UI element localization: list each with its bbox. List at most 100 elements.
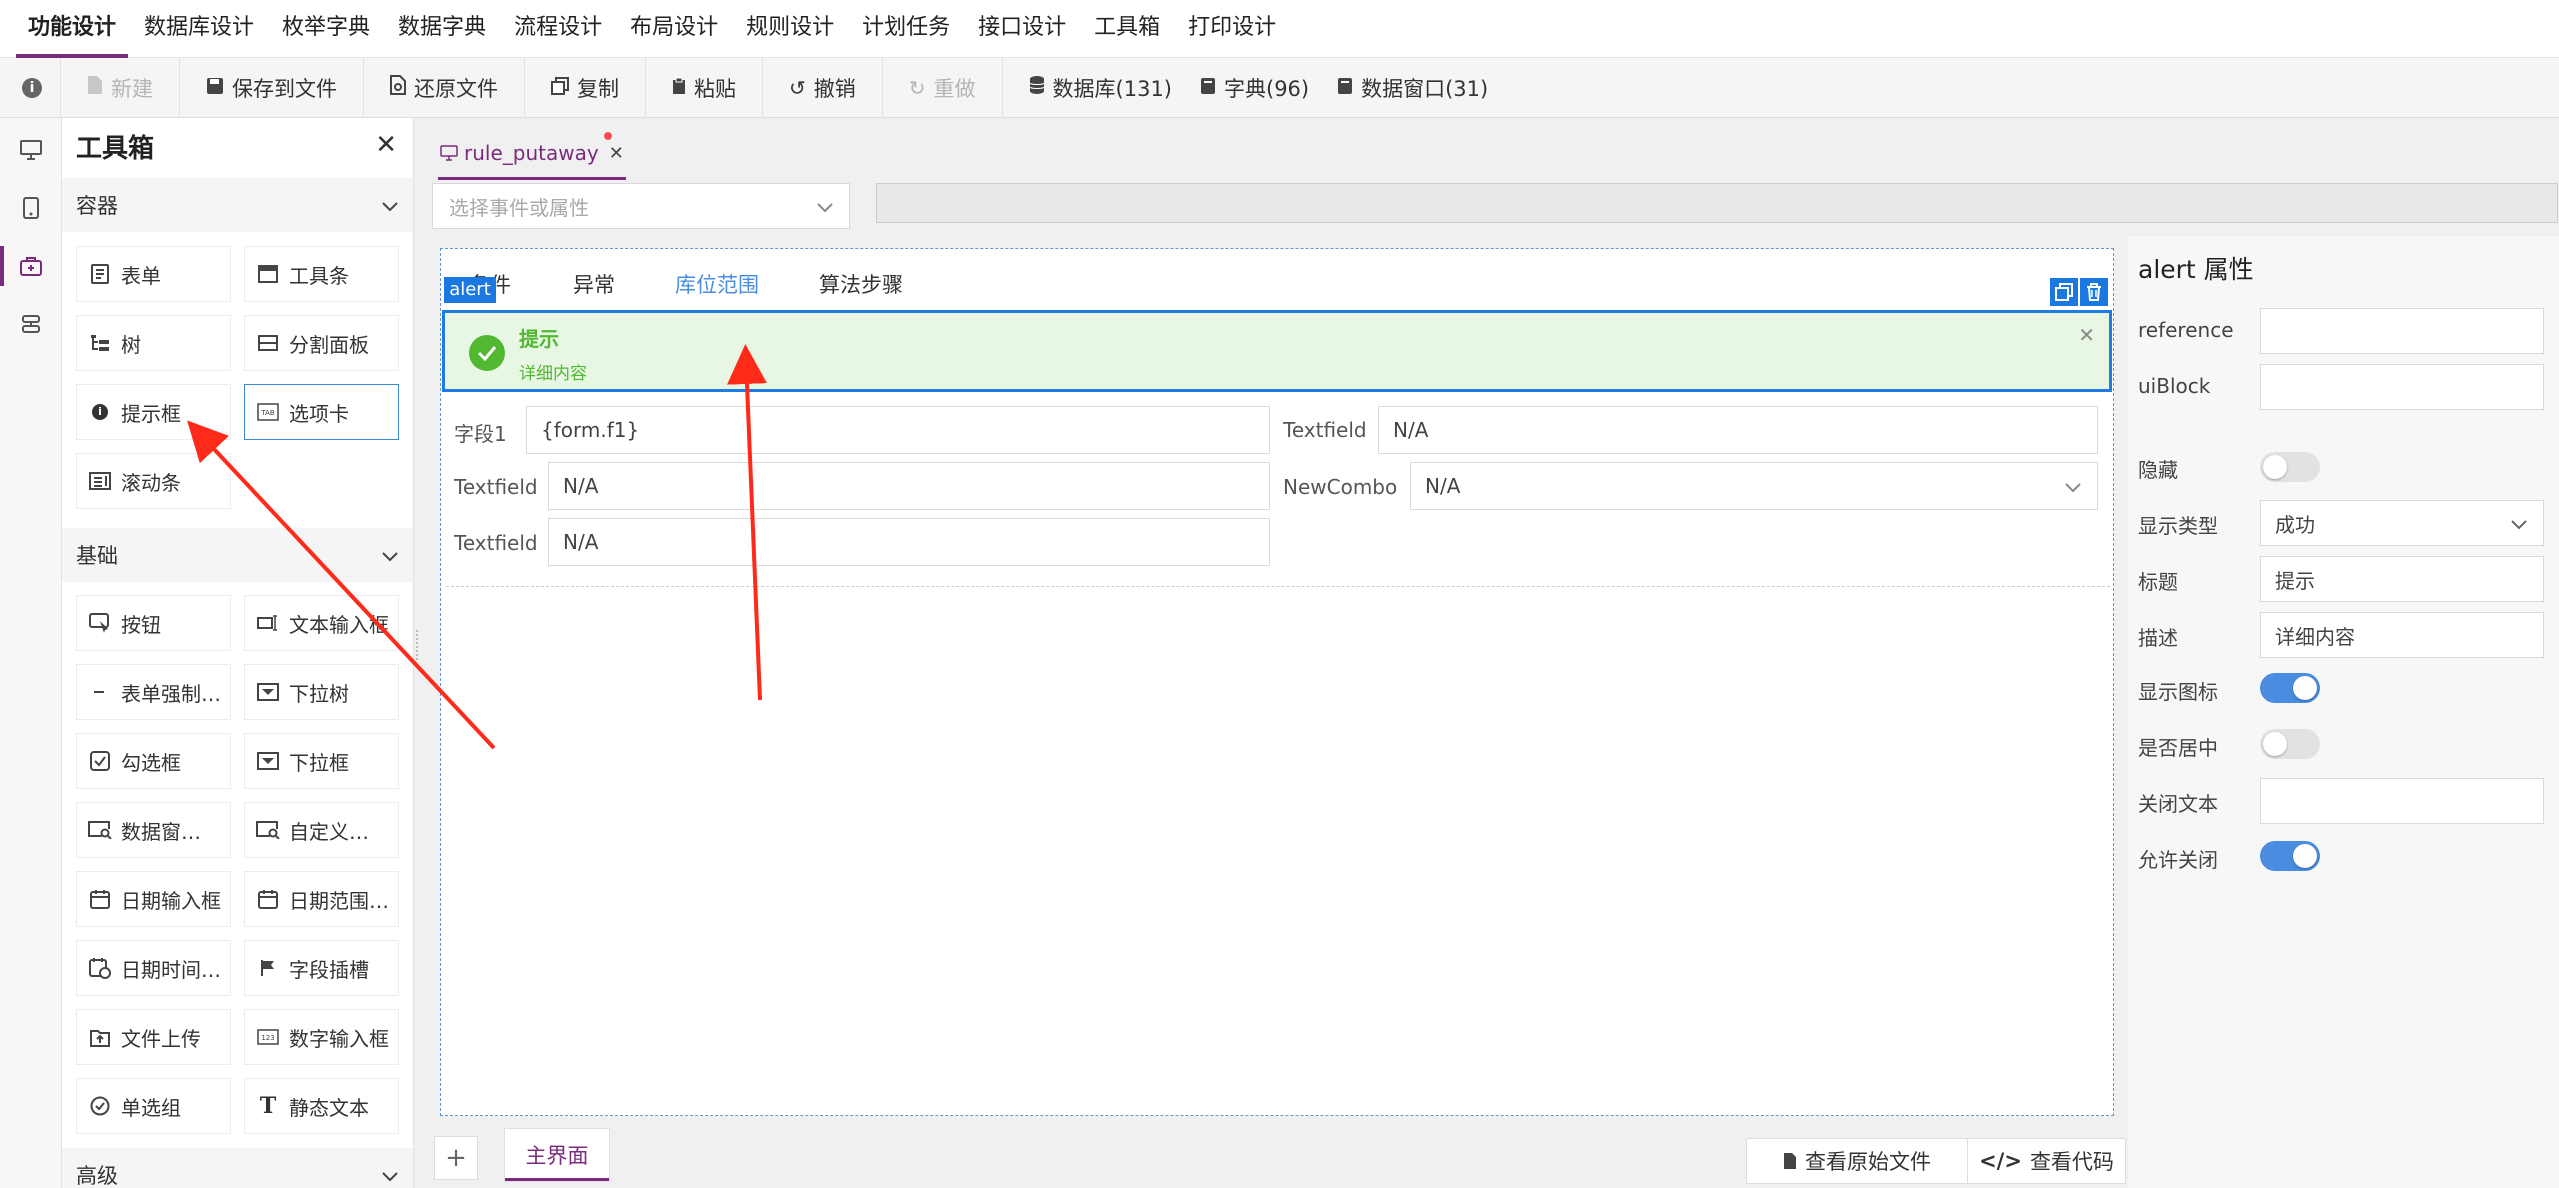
tool-tree[interactable]: 树 bbox=[76, 315, 231, 371]
canvas-tab-algorithm-steps[interactable]: 算法步骤 bbox=[819, 269, 903, 299]
add-page-button[interactable]: + bbox=[434, 1136, 478, 1180]
menu-api-design[interactable]: 接口设计 bbox=[964, 0, 1080, 58]
menu-flow-design[interactable]: 流程设计 bbox=[500, 0, 616, 58]
section-containers[interactable]: 容器 bbox=[62, 178, 413, 232]
book-icon bbox=[1200, 76, 1216, 100]
tool-toolbar[interactable]: 工具条 bbox=[244, 246, 399, 302]
tool-tabs[interactable]: TAB 选项卡 bbox=[244, 384, 399, 440]
tool-alert[interactable]: i 提示框 bbox=[76, 384, 231, 440]
field-label: 字段1 bbox=[454, 422, 507, 446]
field-input[interactable]: N/A bbox=[1378, 406, 2098, 454]
field-input[interactable]: {form.f1} bbox=[526, 406, 1270, 454]
canvas-tab-exceptions[interactable]: 异常 bbox=[573, 269, 615, 299]
menu-rule-design[interactable]: 规则设计 bbox=[732, 0, 848, 58]
tool-form[interactable]: 表单 bbox=[76, 246, 231, 302]
calendar-icon bbox=[255, 886, 281, 912]
data-window-button[interactable]: 数据窗口(31) bbox=[1323, 58, 1502, 118]
desktop-icon[interactable] bbox=[0, 122, 62, 178]
close-icon[interactable]: ✕ bbox=[375, 130, 397, 160]
tool-datetime[interactable]: 日期时间… bbox=[76, 940, 231, 996]
splitter-handle[interactable] bbox=[416, 630, 422, 660]
tool-custom[interactable]: 自定义… bbox=[244, 802, 399, 858]
tool-static-text[interactable]: T 静态文本 bbox=[244, 1078, 399, 1134]
mobile-icon[interactable] bbox=[0, 180, 62, 236]
copy-label: 复制 bbox=[577, 76, 619, 101]
prop-uiblock-input[interactable] bbox=[2260, 364, 2544, 410]
text-input-icon bbox=[255, 610, 281, 636]
prop-close-text-input[interactable] bbox=[2260, 778, 2544, 824]
dictionary-button[interactable]: 字典(96) bbox=[1186, 58, 1323, 118]
page-tab-main[interactable]: 主界面 bbox=[504, 1128, 610, 1182]
tool-scrollbar[interactable]: 滚动条 bbox=[76, 453, 231, 509]
view-code-label: 查看代码 bbox=[2029, 1150, 2114, 1174]
section-basic[interactable]: 基础 bbox=[62, 528, 413, 582]
trash-icon[interactable] bbox=[2080, 278, 2108, 306]
prop-hidden-toggle[interactable] bbox=[2260, 452, 2320, 482]
tool-field-slot[interactable]: 字段插槽 bbox=[244, 940, 399, 996]
menu-scheduled-tasks[interactable]: 计划任务 bbox=[848, 0, 964, 58]
canvas-tab-location-range[interactable]: 库位范围 bbox=[675, 269, 759, 299]
prop-title-input[interactable]: 提示 bbox=[2260, 556, 2544, 602]
event-property-select[interactable]: 选择事件或属性 bbox=[432, 183, 850, 229]
tool-data-window[interactable]: 数据窗… bbox=[76, 802, 231, 858]
tool-split-panel[interactable]: 分割面板 bbox=[244, 315, 399, 371]
tool-dropdown-tree[interactable]: 下拉树 bbox=[244, 664, 399, 720]
form-icon bbox=[87, 261, 113, 287]
alert-component[interactable]: 提示 详细内容 ✕ bbox=[442, 310, 2112, 392]
info-icon[interactable]: i bbox=[22, 77, 42, 98]
field-input[interactable]: N/A bbox=[548, 518, 1270, 566]
tool-date-range[interactable]: 日期范围… bbox=[244, 871, 399, 927]
tool-text-input[interactable]: 文本输入框 bbox=[244, 595, 399, 651]
close-icon[interactable]: ✕ bbox=[2078, 323, 2095, 347]
close-icon[interactable]: ✕ bbox=[609, 143, 624, 164]
components-icon[interactable] bbox=[0, 296, 62, 352]
chevron-down-icon bbox=[2065, 474, 2081, 498]
prop-reference-input[interactable] bbox=[2260, 308, 2544, 354]
menu-print-design[interactable]: 打印设计 bbox=[1174, 0, 1290, 58]
prop-type-select[interactable]: 成功 bbox=[2260, 500, 2544, 546]
prop-type-value: 成功 bbox=[2275, 512, 2315, 537]
file-tab-rule-putaway[interactable]: rule_putaway ✕ bbox=[438, 130, 626, 180]
menu-data-dictionary[interactable]: 数据字典 bbox=[384, 0, 500, 58]
tool-form-force[interactable]: 表单强制… bbox=[76, 664, 231, 720]
tool-file-upload[interactable]: 文件上传 bbox=[76, 1009, 231, 1065]
field-input[interactable]: N/A bbox=[548, 462, 1270, 510]
section-advanced[interactable]: 高级 bbox=[62, 1148, 413, 1188]
prop-closable-toggle[interactable] bbox=[2260, 841, 2320, 871]
undo-button[interactable]: ↺ 撤销 bbox=[763, 57, 883, 118]
menu-layout-design[interactable]: 布局设计 bbox=[616, 0, 732, 58]
copy-button[interactable]: 复制 bbox=[525, 57, 646, 118]
tool-checkbox[interactable]: 勾选框 bbox=[76, 733, 231, 789]
tool-date-input[interactable]: 日期输入框 bbox=[76, 871, 231, 927]
view-source-button[interactable]: 查看原始文件 bbox=[1746, 1138, 1968, 1184]
prop-desc-input[interactable]: 详细内容 bbox=[2260, 612, 2544, 658]
toolbox-title: 工具箱 bbox=[76, 134, 155, 164]
redo-button[interactable]: ↻ 重做 bbox=[883, 57, 1003, 118]
tool-dropdown[interactable]: 下拉框 bbox=[244, 733, 399, 789]
alert-description: 详细内容 bbox=[519, 364, 587, 384]
event-value-input[interactable] bbox=[876, 183, 2558, 223]
tool-number-input[interactable]: 123 数字输入框 bbox=[244, 1009, 399, 1065]
properties-panel: alert 属性 reference uiBlock 隐藏 显示类型 成功 标题… bbox=[2128, 236, 2559, 1188]
menu-toolbox[interactable]: 工具箱 bbox=[1080, 0, 1174, 58]
combo-select[interactable]: N/A bbox=[1410, 462, 2098, 510]
menu-enum-dictionary[interactable]: 枚举字典 bbox=[268, 0, 384, 58]
database-label: 数据库(131) bbox=[1052, 76, 1172, 101]
prop-show-icon-toggle[interactable] bbox=[2260, 673, 2320, 703]
tool-radio-group[interactable]: 单选组 bbox=[76, 1078, 231, 1134]
menu-database-design[interactable]: 数据库设计 bbox=[130, 0, 268, 58]
toolbox-icon[interactable] bbox=[0, 238, 62, 294]
tool-button[interactable]: 按钮 bbox=[76, 595, 231, 651]
prop-centered-toggle[interactable] bbox=[2260, 729, 2320, 759]
new-button[interactable]: 新建 bbox=[60, 57, 180, 118]
view-code-button[interactable]: </> 查看代码 bbox=[1968, 1138, 2126, 1184]
duplicate-icon[interactable] bbox=[2050, 278, 2078, 306]
prop-show-icon-label: 显示图标 bbox=[2138, 680, 2218, 704]
save-to-file-button[interactable]: 保存到文件 bbox=[180, 57, 364, 118]
alert-title: 提示 bbox=[519, 327, 559, 351]
paste-button[interactable]: 粘贴 bbox=[646, 57, 763, 118]
database-button[interactable]: 数据库(131) bbox=[1003, 58, 1186, 118]
restore-file-button[interactable]: 还原文件 bbox=[364, 57, 525, 118]
menu-function-design[interactable]: 功能设计 bbox=[14, 0, 130, 58]
copy-icon bbox=[551, 76, 569, 100]
